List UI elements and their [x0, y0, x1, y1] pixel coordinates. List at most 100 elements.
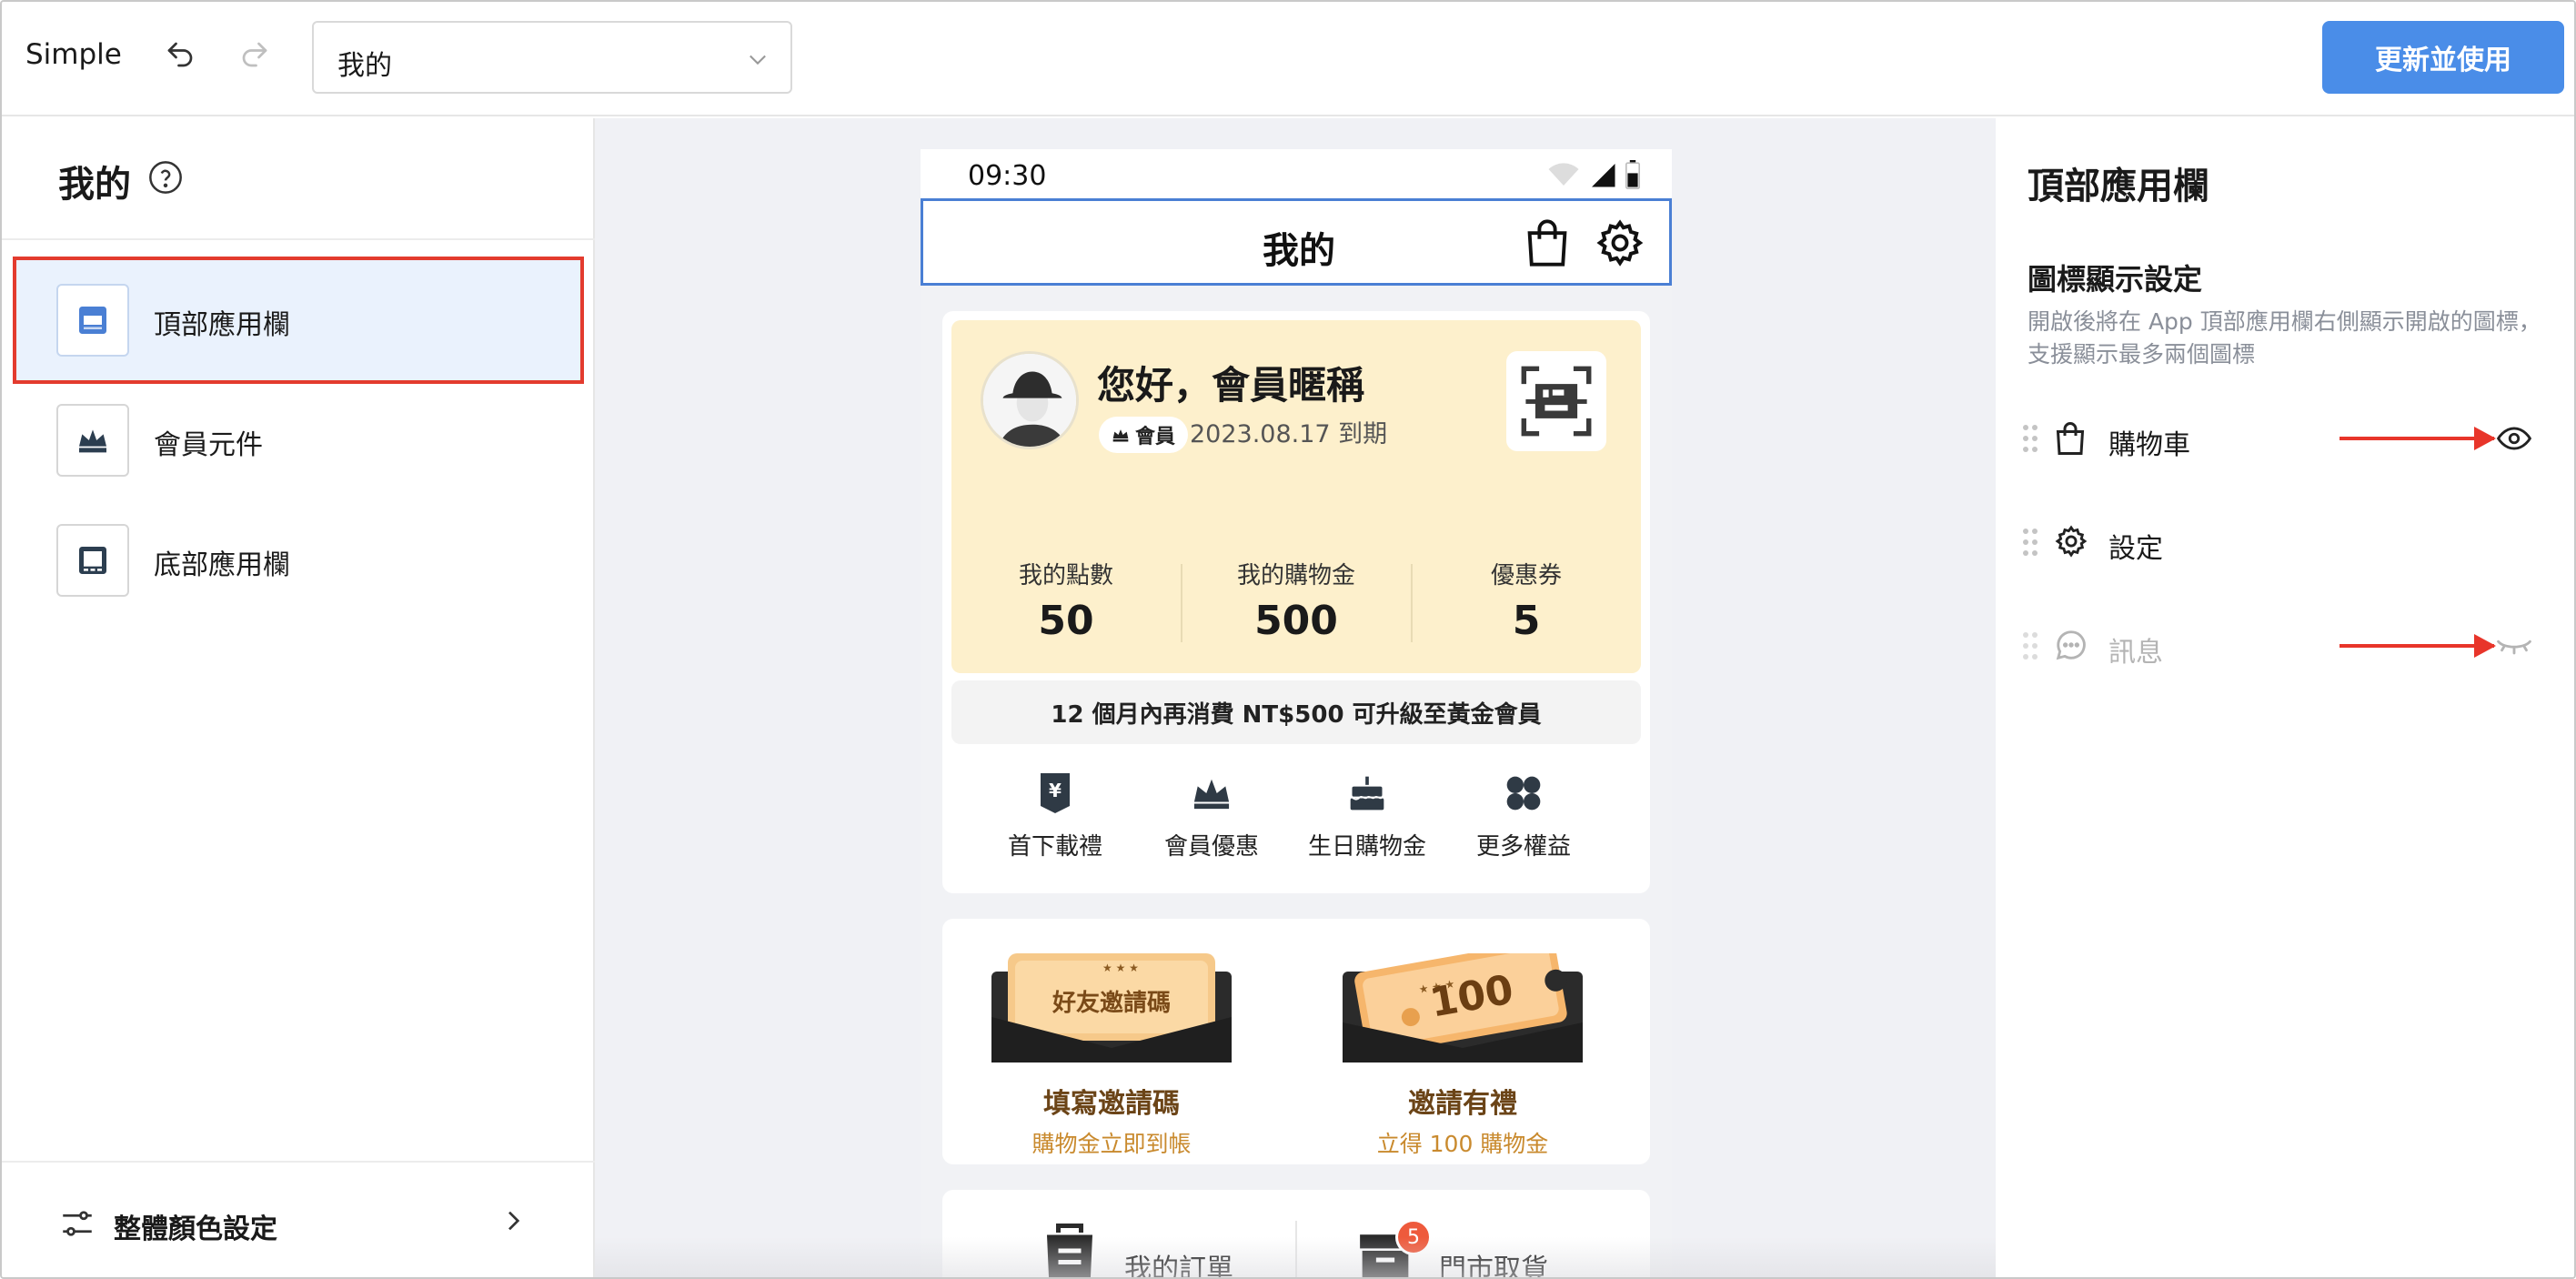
signal-icon	[1592, 164, 1615, 187]
drag-handle-icon[interactable]	[2021, 631, 2039, 660]
component-item-top-app-bar[interactable]: 頂部應用欄	[13, 257, 584, 384]
qr-scan-icon	[1521, 366, 1592, 437]
publish-button[interactable]: 更新並使用	[2322, 21, 2564, 94]
invite-title: 邀請有禮	[1408, 1088, 1517, 1120]
stat-label: 我的點數	[1018, 562, 1113, 589]
drag-handle-icon[interactable]	[2021, 424, 2039, 453]
properties-panel: 頂部應用欄 圖標顯示設定 開啟後將在 App 頂部應用欄右側顯示開啟的圖標，支援…	[1996, 118, 2574, 1277]
stat-shopping-credit[interactable]: 我的購物金 500	[1182, 557, 1411, 644]
component-item-bottom-app-bar[interactable]: 底部應用欄	[13, 497, 584, 624]
benefit-birthday-credit[interactable]: 生日購物金	[1289, 770, 1445, 861]
gift-yen-icon: ¥	[1041, 773, 1070, 813]
component-label: 底部應用欄	[154, 549, 290, 581]
gear-icon	[2055, 525, 2088, 558]
benefit-label: 生日購物金	[1307, 833, 1426, 861]
global-color-settings[interactable]: 整體顏色設定	[2, 1161, 595, 1277]
drag-handle-icon[interactable]	[2021, 528, 2039, 557]
crown-icon	[56, 404, 129, 477]
order-label: 門市取貨	[1439, 1254, 1548, 1279]
section-description: 開啟後將在 App 頂部應用欄右側顯示開啟的圖標，支援顯示最多兩個圖標	[2028, 308, 2541, 368]
shopping-bag-icon[interactable]	[1524, 217, 1571, 268]
cake-icon	[1350, 776, 1384, 811]
phone-preview: 09:30 我的 您好，會員暱稱 會員 2023.08.17 到期 我的點數 5…	[921, 149, 1672, 1279]
component-label: 頂部應用欄	[154, 309, 290, 341]
benefit-label: 首下載禮	[1007, 833, 1102, 861]
member-summary: 您好，會員暱稱 會員 2023.08.17 到期 我的點數 50 我的購物金 5…	[951, 320, 1641, 673]
panel-title: 頂部應用欄	[2028, 166, 2209, 207]
svg-text:¥: ¥	[1049, 780, 1062, 801]
pickup-count-badge: 5	[1395, 1219, 1432, 1255]
invite-code-art: ★ ★ ★ 好友邀請碼	[991, 953, 1232, 1062]
divider	[2, 238, 595, 240]
invite-title: 填寫邀請碼	[1043, 1088, 1180, 1120]
bottom-bar-icon	[56, 524, 129, 597]
membership-expiry: 2023.08.17 到期	[1190, 420, 1388, 448]
divider	[1295, 1221, 1297, 1277]
eye-icon	[2497, 427, 2531, 450]
preview-canvas: 09:30 我的 您好，會員暱稱 會員 2023.08.17 到期 我的點數 5…	[595, 118, 1996, 1279]
my-orders[interactable]: 我的訂單	[1042, 1221, 1279, 1279]
orders-card: 我的訂單 5 門市取貨	[942, 1190, 1650, 1279]
wifi-icon	[1548, 163, 1579, 186]
tier-label: 會員	[1135, 426, 1176, 448]
invite-reward[interactable]: ★ ★ ★ 100 邀請有禮 立得 100 購物金	[1326, 940, 1599, 1159]
undo-icon	[167, 42, 193, 67]
visibility-toggle[interactable]	[2494, 629, 2534, 662]
icon-row-cart: 購物車	[2021, 402, 2558, 475]
enter-invite-code[interactable]: ★ ★ ★ 好友邀請碼 填寫邀請碼 購物金立即到帳	[975, 953, 1248, 1159]
tier-badge: 會員	[1099, 417, 1189, 453]
upgrade-notice: 12 個月內再消費 NT$500 可升級至黃金會員	[951, 680, 1641, 744]
icon-row-settings: 設定	[2021, 506, 2558, 579]
order-label: 我的訂單	[1124, 1254, 1233, 1279]
annotation-arrow	[2340, 427, 2496, 450]
invite-card: ★ ★ ★ 好友邀請碼 填寫邀請碼 購物金立即到帳 ★ ★ ★ 100 邀請有禮…	[942, 919, 1650, 1164]
status-icons	[1546, 160, 1641, 189]
gear-icon[interactable]	[1595, 217, 1645, 268]
chat-icon	[2056, 630, 2086, 660]
stat-points[interactable]: 我的點數 50	[951, 557, 1181, 644]
stat-value: 500	[1254, 598, 1338, 644]
component-label: 會員元件	[154, 429, 263, 461]
panel-title: 我的	[58, 164, 131, 206]
stat-label: 優惠券	[1490, 562, 1562, 589]
benefit-label: 更多權益	[1475, 833, 1571, 861]
stat-coupons[interactable]: 優惠券 5	[1412, 557, 1641, 644]
annotation-arrow	[2340, 634, 2496, 658]
avatar	[981, 351, 1079, 449]
top-toolbar: Simple 我的 更新並使用	[2, 2, 2574, 116]
page-select-value: 我的	[337, 50, 392, 82]
member-qr-button[interactable]	[1506, 351, 1606, 451]
invite-reward-art: ★ ★ ★ 100	[1343, 940, 1583, 1062]
redo-icon	[242, 42, 267, 67]
benefit-label: 會員優惠	[1163, 833, 1259, 861]
section-title: 圖標顯示設定	[2028, 262, 2203, 297]
icon-label: 設定	[2108, 533, 2163, 565]
visibility-toggle[interactable]	[2494, 422, 2534, 455]
benefit-first-download[interactable]: ¥ 首下載禮	[977, 770, 1133, 861]
grid-icon	[1506, 776, 1541, 811]
order-bag-icon	[1047, 1224, 1092, 1277]
chevron-down-icon	[750, 55, 766, 65]
component-panel: 我的 頂部應用欄 會員元件 底部應用欄 整體顏色設定	[2, 118, 595, 1277]
app-bar-icon	[56, 284, 129, 357]
preview-top-app-bar[interactable]: 我的	[921, 198, 1672, 286]
status-bar: 09:30	[921, 149, 1672, 198]
icon-label: 訊息	[2108, 637, 2163, 669]
chevron-right-icon	[508, 1211, 520, 1231]
component-item-member[interactable]: 會員元件	[13, 377, 584, 504]
stat-value: 5	[1512, 598, 1541, 644]
stat-value: 50	[1038, 598, 1094, 644]
help-icon[interactable]	[147, 159, 184, 196]
status-time: 09:30	[968, 160, 1047, 192]
undo-button[interactable]	[160, 35, 200, 75]
store-pickup[interactable]: 5 門市取貨	[1357, 1219, 1594, 1279]
icon-label: 購物車	[2108, 429, 2190, 461]
benefit-member-offers[interactable]: 會員優惠	[1133, 770, 1290, 861]
member-card: 您好，會員暱稱 會員 2023.08.17 到期 我的點數 50 我的購物金 5…	[942, 311, 1650, 893]
redo-button[interactable]	[235, 35, 275, 75]
page-select[interactable]: 我的	[312, 21, 792, 94]
invite-art-text: 好友邀請碼	[1052, 990, 1171, 1017]
footer-label: 整體顏色設定	[114, 1214, 277, 1245]
app-title: Simple	[25, 38, 122, 71]
benefit-more[interactable]: 更多權益	[1445, 770, 1602, 861]
